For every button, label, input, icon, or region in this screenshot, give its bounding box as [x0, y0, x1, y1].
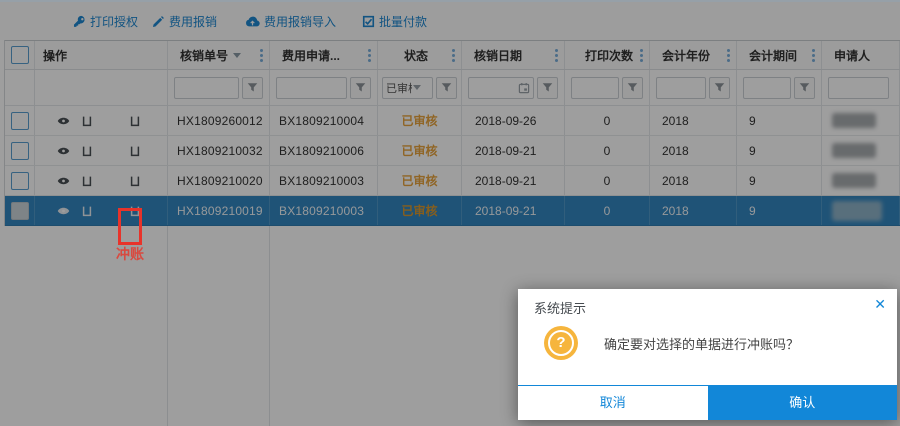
- dialog-title: 系统提示: [518, 289, 897, 321]
- expense-writeoff-screen: 打印授权 费用报销 费用报销导入 批量付款 操作 核销单号 费用申请...: [0, 0, 900, 426]
- writeoff-highlight-box: [118, 208, 142, 245]
- question-icon: ?: [544, 326, 578, 360]
- writeoff-annotation-label: 冲账: [116, 244, 144, 264]
- dialog-footer: 取消 确认: [518, 385, 897, 420]
- close-icon[interactable]: ✕: [874, 297, 886, 311]
- confirm-dialog: 系统提示 ✕ ? 确定要对选择的单据进行冲账吗？ 取消 确认: [518, 289, 897, 420]
- cancel-button[interactable]: 取消: [518, 386, 708, 420]
- confirm-button[interactable]: 确认: [708, 386, 898, 420]
- dialog-message: 确定要对选择的单据进行冲账吗？: [604, 334, 799, 353]
